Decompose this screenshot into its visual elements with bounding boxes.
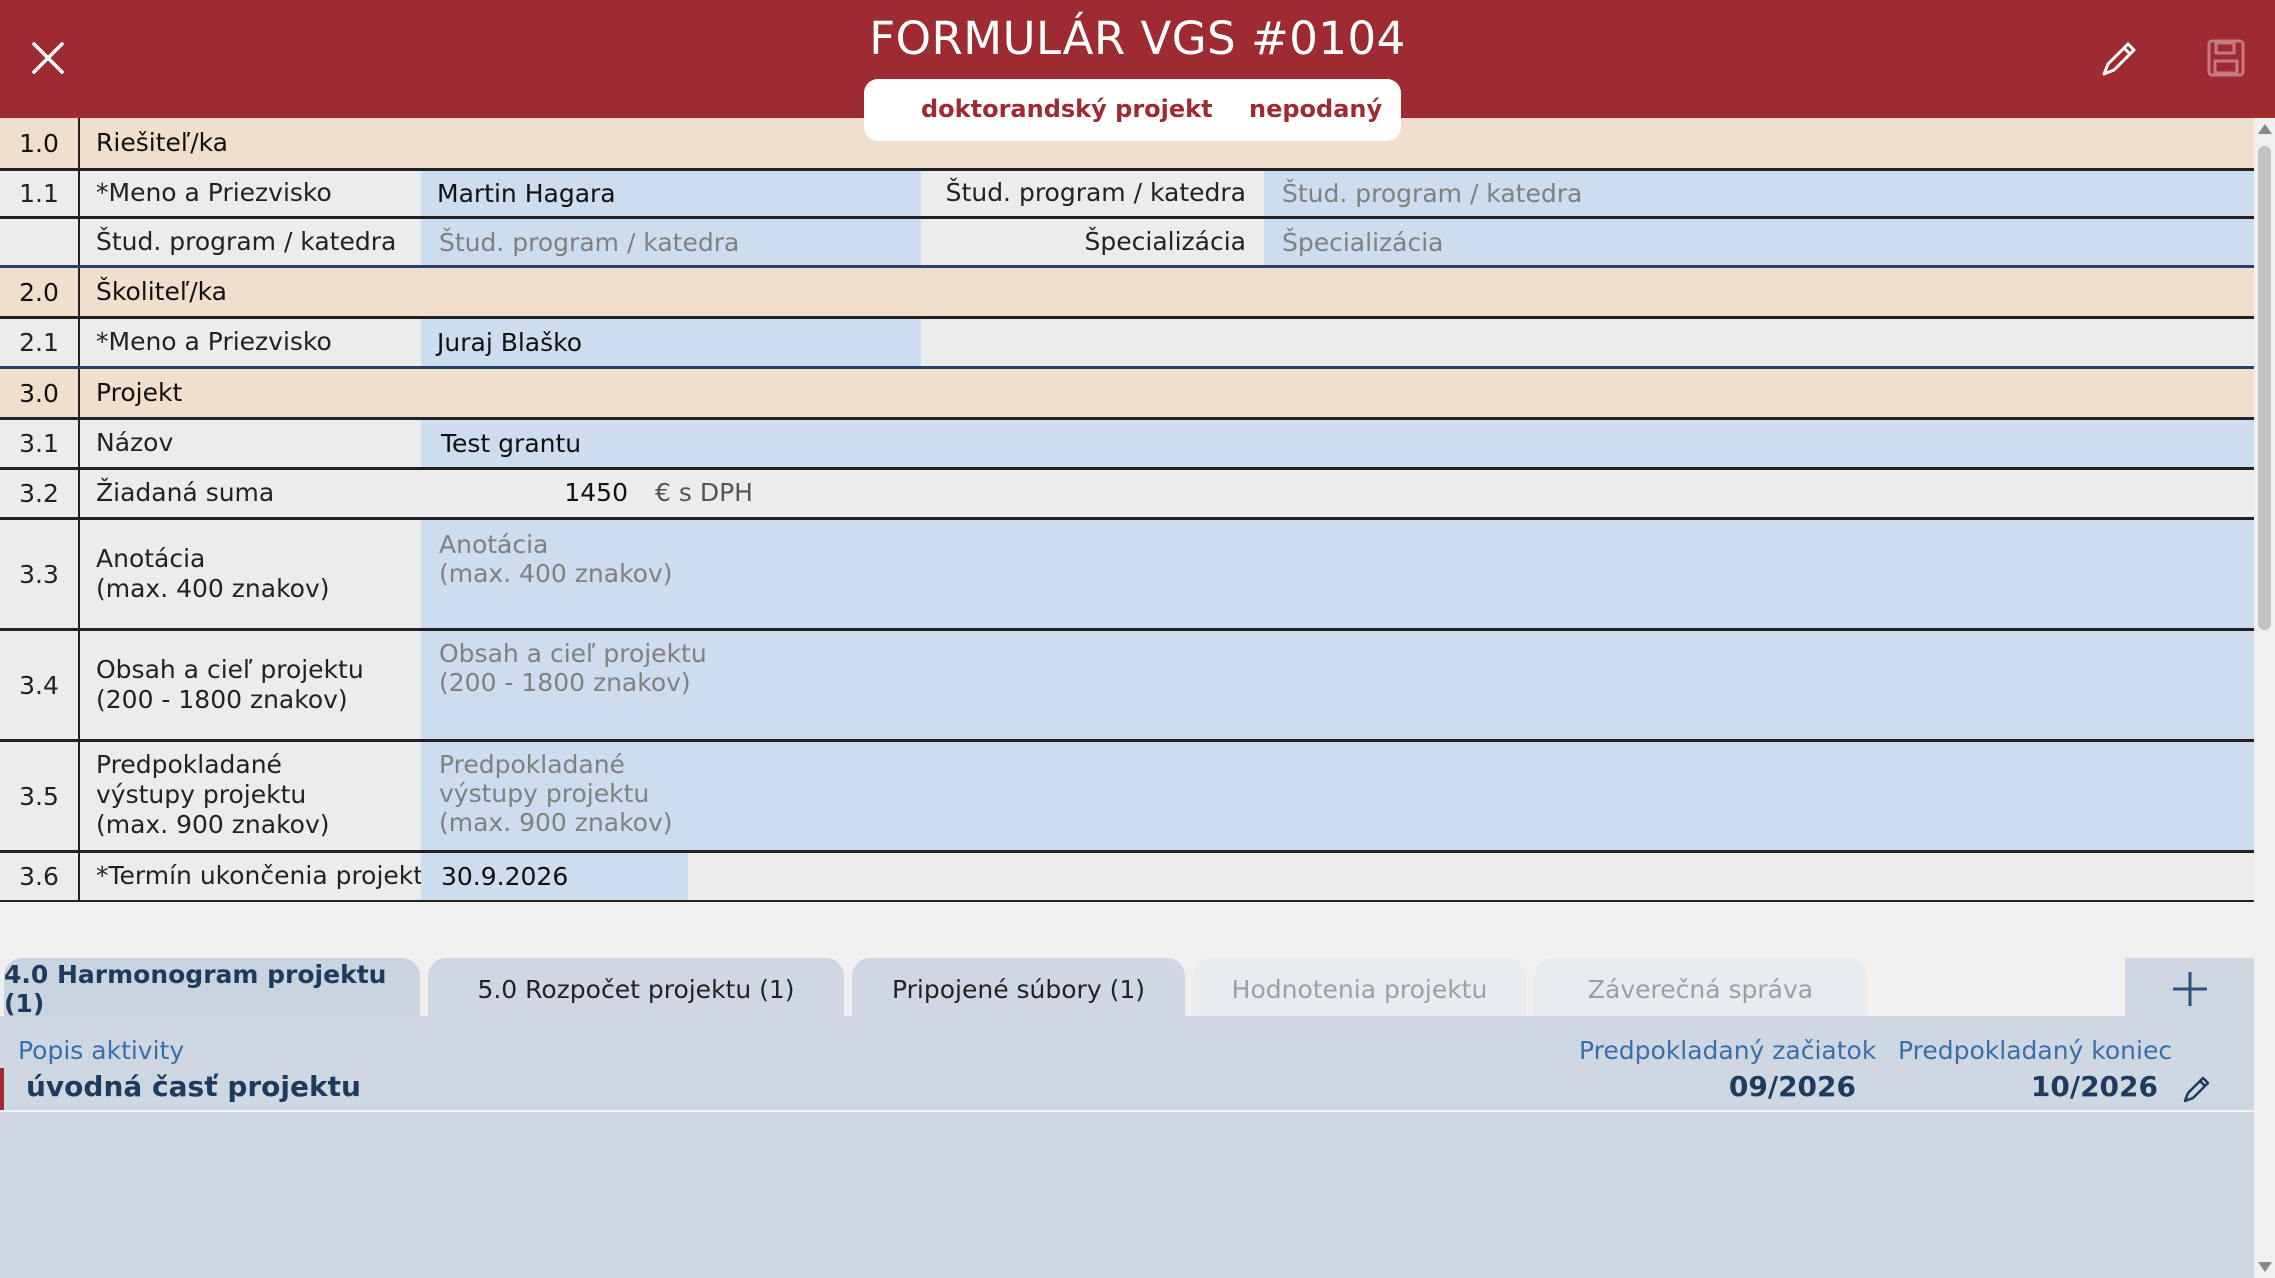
field-value: 1450 [564, 478, 628, 507]
field-label: Predpokladané výstupy projektu (max. 900… [96, 750, 330, 839]
row-number: 3.1 [0, 420, 80, 467]
row-number: 1.1 [0, 171, 80, 216]
tab-budget[interactable]: 5.0 Rozpočet projektu (1) [428, 958, 844, 1020]
scroll-down-icon[interactable] [2258, 1262, 2272, 1272]
row-number: 3.6 [0, 853, 80, 900]
status-badge: nepodaný [1249, 95, 1383, 123]
section-label: Projekt [96, 378, 183, 407]
field-label: Špecializácia [1084, 227, 1246, 256]
field-label: Obsah a cieľ projektu (200 - 1800 znakov… [96, 655, 364, 714]
row-number: 3.0 [0, 369, 80, 417]
form-row: 3.3 Anotácia (max. 400 znakov) Anotácia … [0, 520, 2254, 628]
row-number: 3.2 [0, 470, 80, 517]
row-number: 2.1 [0, 319, 80, 366]
form-row: 1.1 *Meno a Priezvisko Martin Hagara Štu… [0, 171, 2254, 216]
tab-final-report[interactable]: Záverečná správa [1534, 958, 1867, 1020]
selection-indicator [0, 1068, 4, 1110]
field-placeholder: Špecializácia [1282, 228, 1444, 257]
section-project-header: 3.0 Projekt [0, 369, 2254, 417]
plus-icon [2172, 972, 2207, 1006]
edit-button[interactable] [2096, 36, 2142, 82]
solver-program-input[interactable]: Štud. program / katedra [1264, 171, 2254, 216]
row-number: 3.3 [0, 520, 80, 628]
field-label: Žiadaná suma [96, 478, 275, 507]
column-header-start: Predpokladaný začiatok [1579, 1036, 1877, 1065]
field-label: Názov [96, 428, 174, 457]
field-placeholder: Predpokladané výstupy projektu (max. 900… [439, 750, 673, 837]
field-value: 30.9.2026 [441, 862, 569, 891]
form-row: Štud. program / katedra Štud. program / … [0, 219, 2254, 265]
harmonogram-panel: Popis aktivity Predpokladaný začiatok Pr… [0, 1016, 2254, 1278]
study-program-input[interactable]: Štud. program / katedra [421, 219, 921, 265]
field-label: *Meno a Priezvisko [96, 178, 332, 207]
project-type-badge: doktorandský projekt [921, 95, 1213, 123]
section-label: Školiteľ/ka [96, 277, 227, 306]
section-label: Riešiteľ/ka [96, 128, 229, 157]
deadline-date-input[interactable]: 30.9.2026 [421, 853, 688, 900]
add-button[interactable] [2125, 958, 2254, 1020]
scroll-up-icon[interactable] [2258, 124, 2272, 134]
currency-unit: € s DPH [655, 478, 753, 507]
column-header-activity: Popis aktivity [18, 1036, 185, 1065]
form-row: 2.1 *Meno a Priezvisko Juraj Blaško [0, 319, 2254, 366]
vertical-scrollbar[interactable] [2254, 118, 2275, 1278]
field-label: Štud. program / katedra [945, 178, 1246, 207]
pencil-icon [2183, 1076, 2210, 1103]
requested-sum-input[interactable]: 1450 [421, 470, 631, 517]
annotation-textarea[interactable]: Anotácia (max. 400 znakov) [421, 520, 2254, 628]
field-value: Juraj Blaško [437, 328, 583, 357]
pencil-icon [2102, 42, 2136, 76]
row-number: 3.4 [0, 631, 80, 739]
field-label: *Meno a Priezvisko [96, 327, 332, 356]
row-number: 1.0 [0, 118, 80, 168]
row-number [0, 219, 80, 265]
field-label: Anotácia (max. 400 znakov) [96, 544, 330, 603]
form-row: 3.2 Žiadaná suma 1450 € s DPH [0, 470, 2254, 517]
tab-attached-files[interactable]: Pripojené súbory (1) [852, 958, 1185, 1020]
solver-name-input[interactable]: Martin Hagara [421, 171, 921, 216]
edit-activity-button[interactable] [2180, 1072, 2214, 1106]
field-placeholder: Obsah a cieľ projektu (200 - 1800 znakov… [439, 639, 707, 697]
field-placeholder: Anotácia (max. 400 znakov) [439, 530, 673, 588]
specialization-input[interactable]: Špecializácia [1264, 219, 2254, 265]
section-supervisor-header: 2.0 Školiteľ/ka [0, 268, 2254, 316]
content-goal-textarea[interactable]: Obsah a cieľ projektu (200 - 1800 znakov… [421, 631, 2254, 739]
row-number: 3.5 [0, 742, 80, 850]
column-header-end: Predpokladaný koniec [1898, 1036, 2173, 1065]
project-title-input[interactable]: Test grantu [421, 420, 2254, 467]
form-row: 3.4 Obsah a cieľ projektu (200 - 1800 zn… [0, 631, 2254, 739]
scrollbar-thumb[interactable] [2258, 146, 2271, 630]
field-label: Štud. program / katedra [96, 227, 397, 256]
form-title: FORMULÁR VGS #0104 [869, 12, 1406, 65]
list-item[interactable]: úvodná časť projektu 09/2026 10/2026 [0, 1068, 2254, 1112]
form-row: 3.1 Názov Test grantu [0, 420, 2254, 467]
activity-name: úvodná časť projektu [26, 1070, 361, 1103]
activity-end: 10/2026 [2030, 1070, 2158, 1103]
supervisor-name-input[interactable]: Juraj Blaško [421, 319, 921, 366]
row-number: 2.0 [0, 268, 80, 316]
expected-outputs-textarea[interactable]: Predpokladané výstupy projektu (max. 900… [421, 742, 2254, 850]
form-row: 3.5 Predpokladané výstupy projektu (max.… [0, 742, 2254, 850]
field-value: Test grantu [441, 429, 582, 458]
tab-evaluations[interactable]: Hodnotenia projektu [1193, 958, 1526, 1020]
save-button[interactable] [2204, 36, 2248, 80]
field-placeholder: Štud. program / katedra [439, 228, 740, 257]
field-label: *Termín ukončenia projektu [96, 861, 439, 890]
tab-harmonogram[interactable]: 4.0 Harmonogram projektu (1) [4, 958, 420, 1020]
form-row: 3.6 *Termín ukončenia projektu 30.9.2026 [0, 853, 2254, 900]
tab-bar: 4.0 Harmonogram projektu (1) 5.0 Rozpoče… [0, 902, 2254, 1020]
field-value: Martin Hagara [437, 179, 616, 208]
activity-start: 09/2026 [1728, 1070, 1856, 1103]
save-icon [2207, 39, 2245, 77]
field-placeholder: Štud. program / katedra [1282, 179, 1583, 208]
status-pill: doktorandský projekt nepodaný [864, 79, 1401, 141]
